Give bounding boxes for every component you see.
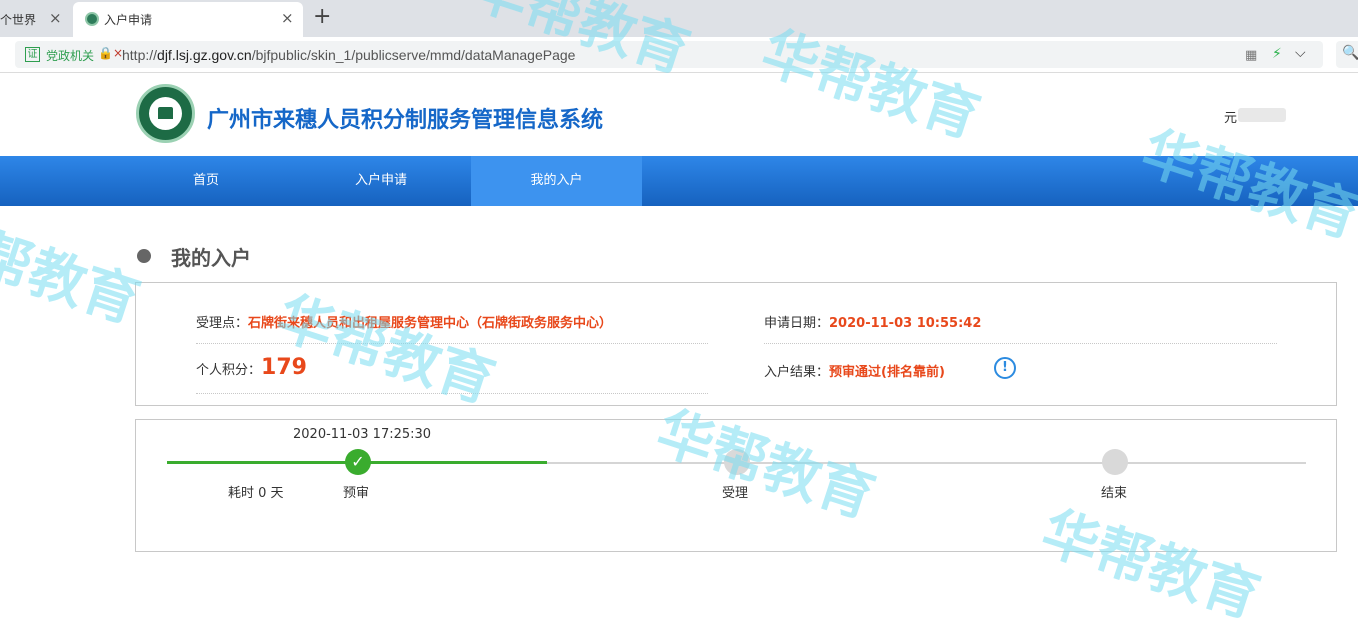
nav-item-my-household[interactable]: 我的入户 — [471, 156, 642, 206]
acceptance-value: 石牌街来穗人员和出租屋服务管理中心（石牌街政务服务中心） — [248, 316, 613, 331]
url-field[interactable]: 证 党政机关 🔒× http://djf.lsj.gz.gov.cn/bjfpu… — [15, 41, 1323, 68]
address-bar: 证 党政机关 🔒× http://djf.lsj.gz.gov.cn/bjfpu… — [0, 37, 1358, 73]
lightning-icon[interactable]: ⚡ — [1272, 46, 1282, 62]
result-label: 入户结果： — [764, 365, 830, 380]
browser-tabbar: 个世界 × 入户申请 × + — [0, 0, 1358, 37]
step-pending-icon — [1102, 449, 1128, 475]
application-info-panel: 受理点：石牌街来穗人员和出租屋服务管理中心（石牌街政务服务中心） 申请日期：20… — [135, 282, 1337, 406]
divider — [764, 343, 1277, 344]
search-icon[interactable]: 🔍 — [1336, 41, 1358, 68]
nav-item-home[interactable]: 首页 — [136, 156, 276, 206]
username-redacted — [1238, 108, 1286, 122]
browser-tab-active[interactable]: 入户申请 × — [73, 2, 303, 37]
result-row: 入户结果：预审通过(排名靠前) — [764, 361, 945, 380]
progress-panel: 2020-11-03 17:25:30 ✓ 耗时 0 天 预审 受理 结束 — [135, 419, 1337, 552]
score-value: 179 — [261, 355, 307, 380]
url-text[interactable]: http://djf.lsj.gz.gov.cn/bjfpublic/skin_… — [122, 47, 575, 63]
info-icon[interactable]: ! — [994, 357, 1016, 379]
duration-label: 耗时 0 天 — [228, 486, 284, 501]
certificate-icon[interactable]: 证 — [25, 47, 40, 62]
step-label-accept: 受理 — [722, 486, 749, 501]
step-label-end: 结束 — [1101, 486, 1128, 501]
close-tab-icon[interactable]: × — [281, 9, 294, 27]
bullet-icon — [137, 249, 151, 263]
site-favicon-icon — [85, 12, 99, 26]
main-nav: 首页 入户申请 我的入户 — [0, 156, 1358, 206]
date-label: 申请日期： — [764, 316, 830, 331]
score-row: 个人积分：179 — [196, 355, 307, 380]
browser-tab-previous[interactable]: 个世界 × — [0, 0, 72, 37]
site-header: 广州市来穗人员积分制服务管理信息系统 元 — [0, 74, 1358, 156]
qr-code-icon[interactable]: ▦ — [1245, 48, 1257, 63]
result-value: 预审通过(排名靠前) — [829, 365, 945, 380]
check-icon: ✓ — [345, 449, 371, 475]
step-timestamp: 2020-11-03 17:25:30 — [293, 427, 432, 442]
page-title: 我的入户 — [171, 246, 251, 270]
new-tab-button[interactable]: + — [313, 4, 331, 29]
date-row: 申请日期：2020-11-03 10:55:42 — [764, 312, 981, 331]
date-value: 2020-11-03 10:55:42 — [829, 316, 982, 331]
tab-title: 个世界 — [0, 13, 37, 27]
watermark: 华帮教育 — [0, 204, 148, 336]
acceptance-row: 受理点：石牌街来穗人员和出租屋服务管理中心（石牌街政务服务中心） — [196, 312, 612, 331]
logo-emblem-icon — [149, 97, 182, 130]
step-pending-icon — [724, 449, 750, 475]
building-icon — [158, 107, 173, 119]
username[interactable]: 元 — [1224, 107, 1237, 126]
step-label-pre-review: 预审 — [343, 486, 370, 501]
site-title: 广州市来穗人员积分制服务管理信息系统 — [207, 108, 604, 133]
certificate-label[interactable]: 党政机关 — [46, 47, 94, 64]
close-tab-icon[interactable]: × — [49, 9, 62, 27]
acceptance-label: 受理点： — [196, 316, 249, 331]
divider — [196, 393, 708, 394]
divider — [196, 343, 708, 344]
tab-title: 入户申请 — [104, 13, 153, 27]
chevron-down-icon[interactable]: ⌵ — [1295, 45, 1306, 61]
nav-item-apply[interactable]: 入户申请 — [311, 156, 451, 206]
insecure-icon[interactable]: 🔒× — [98, 46, 123, 60]
site-logo[interactable] — [136, 84, 195, 143]
score-label: 个人积分： — [196, 363, 262, 378]
